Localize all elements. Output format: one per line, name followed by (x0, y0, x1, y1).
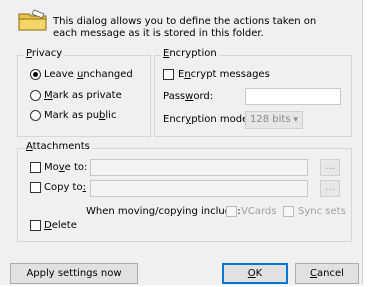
vcards-label: VCards (241, 206, 277, 217)
folder-icon (18, 9, 47, 31)
encryption-mode-select[interactable]: 128 bits ▾ (245, 111, 303, 129)
cancel-button[interactable]: Cancel (295, 263, 359, 284)
password-label: Password: (163, 91, 214, 102)
copy-to-browse-button[interactable]: ... (320, 180, 340, 197)
password-field[interactable] (245, 88, 341, 105)
apply-settings-button[interactable]: Apply settings now (10, 263, 138, 284)
mark-private-radio[interactable] (30, 90, 41, 101)
window-edge-right (362, 0, 369, 287)
include-label: When moving/copying include: (86, 206, 241, 217)
delete-label: Delete (44, 220, 77, 231)
mark-public-radio[interactable] (30, 110, 41, 121)
move-to-label: Move to: (44, 162, 88, 173)
chevron-down-icon: ▾ (293, 115, 298, 125)
copy-to-checkbox[interactable] (30, 182, 41, 193)
move-to-checkbox[interactable] (30, 162, 41, 173)
move-to-field[interactable] (90, 159, 308, 176)
leave-unchanged-radio[interactable] (30, 69, 41, 80)
copy-to-field[interactable] (90, 180, 308, 197)
sync-sets-label: Sync sets (298, 206, 346, 217)
ok-button[interactable]: OK (222, 263, 288, 284)
header-description: This dialog allows you to define the act… (53, 16, 317, 39)
leave-unchanged-label: Leave unchanged (44, 69, 133, 80)
mark-public-label: Mark as public (44, 110, 117, 121)
encryption-group-title: Encryption (161, 48, 219, 60)
encrypt-messages-checkbox[interactable] (163, 69, 174, 80)
move-to-browse-button[interactable]: ... (320, 159, 340, 176)
sync-sets-checkbox[interactable] (283, 206, 294, 217)
encrypt-messages-label: Encrypt messages (178, 69, 270, 80)
delete-checkbox[interactable] (30, 220, 41, 231)
attachments-group-title: Attachments (24, 141, 92, 153)
mark-private-label: Mark as private (44, 90, 122, 101)
encryption-mode-label: Encryption mode: (163, 114, 252, 125)
vcards-checkbox[interactable] (226, 206, 237, 217)
encryption-mode-value: 128 bits (250, 114, 291, 125)
privacy-group-title: Privacy (24, 48, 65, 60)
copy-to-label: Copy to: (44, 182, 86, 193)
